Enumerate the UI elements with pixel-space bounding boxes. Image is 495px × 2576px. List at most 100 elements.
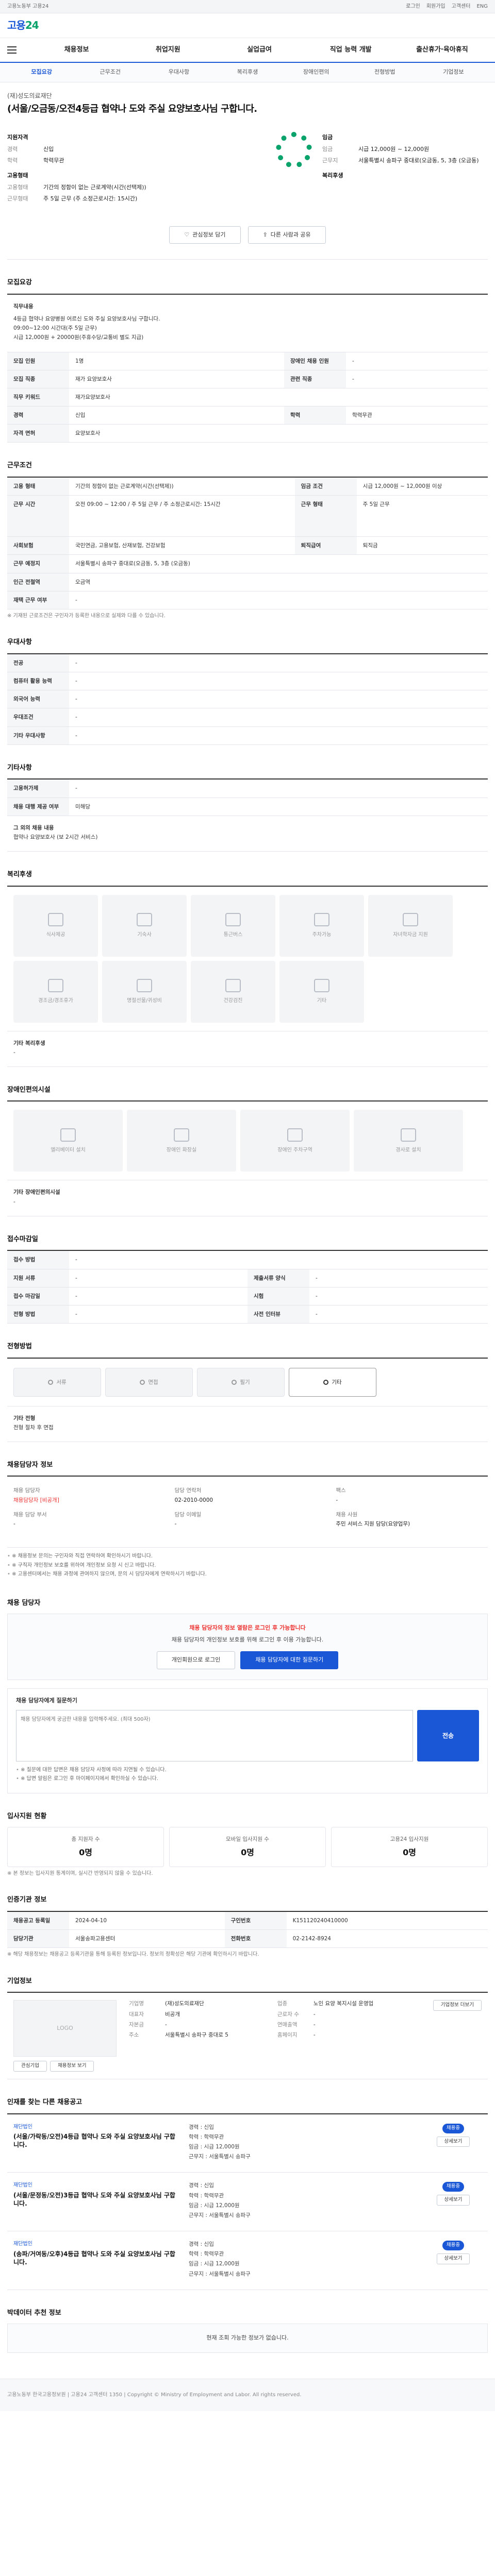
hamburger-icon[interactable] bbox=[7, 46, 16, 54]
chip-interview: 면접 bbox=[105, 1367, 193, 1397]
th: 근무 예정지 bbox=[7, 554, 69, 573]
gnb-item-jobs[interactable]: 채용정보 bbox=[31, 45, 122, 55]
more-icon bbox=[314, 978, 329, 992]
td: - bbox=[69, 1287, 248, 1306]
table-row: 접수 방법 - bbox=[7, 1250, 488, 1269]
list-item[interactable]: 재단법인 (서울/가락동/오전)4등급 협약나 도와 주실 요양보호사님 구합니다… bbox=[7, 2114, 488, 2173]
access-parking: 장애인 주차구역 bbox=[240, 1110, 350, 1172]
table-row: 자격 면허 요양보호사 bbox=[7, 424, 488, 443]
welfare-label: 자녀학자금 지원 bbox=[393, 931, 428, 938]
company-name[interactable]: (재)성도의료재단 bbox=[7, 92, 488, 100]
label: 대표자 bbox=[129, 2011, 144, 2018]
other-title[interactable]: (서울/가락동/오전)4등급 협약나 도와 주실 요양보호사님 구합니다. bbox=[13, 2132, 178, 2149]
bus-icon bbox=[225, 912, 241, 926]
conditions-note: ※ 기재된 근로조건은 구인자가 등록한 내용으로 실제와 다를 수 있습니다. bbox=[7, 613, 166, 619]
label: 주소 bbox=[129, 2031, 139, 2038]
health-icon bbox=[225, 978, 241, 992]
gnb-item-training[interactable]: 직업 능력 개발 bbox=[305, 45, 397, 55]
section-title: 모집요강 bbox=[7, 279, 32, 287]
td: - bbox=[69, 591, 488, 609]
extra-sub-title: 그 외의 채용 내용 bbox=[13, 824, 54, 831]
other-title[interactable]: (서울/문정동/오전)3등급 협약나 도와 주실 요양보호사님 구합니다. bbox=[13, 2191, 178, 2208]
td: - bbox=[69, 1269, 248, 1287]
period-table: 접수 방법 - 지원 서류 - 제출서류 양식 - 접수 마감일 - 시험 - 전형 방법 - 사… bbox=[7, 1250, 488, 1324]
company-more-button[interactable]: 기업정보 더보기 bbox=[433, 2000, 482, 2011]
th: 접수 마감일 bbox=[7, 1287, 69, 1306]
tab-recruit[interactable]: 모집요강 bbox=[7, 69, 76, 76]
parking-icon bbox=[287, 1128, 303, 1142]
detail-button[interactable]: 상세보기 bbox=[436, 2253, 470, 2264]
td: - bbox=[69, 708, 488, 727]
stats-section: 입사지원 현황 총 지원자 수 0명 모바일 입사지원 수 0명 고용24 입사지원… bbox=[7, 1793, 488, 1877]
tab-company[interactable]: 기업정보 bbox=[419, 69, 488, 76]
td: 시급 12,000원 ~ 12,000원 이상 bbox=[356, 477, 488, 496]
chip-label: 서류 bbox=[56, 1379, 67, 1385]
detail-button[interactable]: 상세보기 bbox=[436, 2195, 470, 2206]
label: 담당 연락처 bbox=[174, 1487, 202, 1494]
access-section: 장애인편의시설 엘리베이터 설치 장애인 화장실 장애인 주차구역 경사로 설치… bbox=[7, 1067, 488, 1216]
join-link[interactable]: 회원가입 bbox=[426, 3, 446, 10]
access-other-text: - bbox=[13, 1198, 15, 1205]
site-logo[interactable]: 고용24 bbox=[7, 19, 39, 32]
th: 구인번호 bbox=[224, 1911, 287, 1930]
ask-button[interactable]: 채용 담당자에 대한 질문하기 bbox=[240, 1651, 339, 1669]
note-item: ※ 질문에 대한 답변은 채용 담당자 사정에 따라 지연될 수 있습니다. bbox=[16, 1767, 479, 1774]
lang-link[interactable]: ENG bbox=[476, 3, 488, 10]
prefer-table: 전공 - 컴퓨터 활용 능력 - 외국어 능력 - 우대조건 - 기타 우대사항 - bbox=[7, 653, 488, 745]
section-title: 복리후생 bbox=[7, 871, 32, 879]
chip-other: 기타 bbox=[289, 1367, 376, 1397]
login-alert: 채용 담당자의 정보 열람은 로그인 후 가능합니다 채용 담당자의 개인정보 … bbox=[7, 1614, 488, 1680]
stat-card: 모바일 입사지원 수 0명 bbox=[169, 1827, 326, 1867]
td: 오금역 bbox=[69, 573, 488, 591]
label: 채용 담당 부서 bbox=[13, 1511, 47, 1518]
question-input[interactable] bbox=[16, 1709, 413, 1761]
label: 기업명 bbox=[129, 2001, 144, 2007]
tab-access[interactable]: 장애인편의 bbox=[282, 69, 351, 76]
extra-sub-text: 협약나 요양보호사 (보 2시간 서비스) bbox=[13, 834, 98, 840]
send-button[interactable]: 전송 bbox=[417, 1709, 479, 1761]
section-title: 장애인편의시설 bbox=[7, 1086, 51, 1094]
tab-prefer[interactable]: 우대사항 bbox=[144, 69, 213, 76]
value: 신입 bbox=[43, 146, 54, 153]
fav-company-button[interactable]: 관심기업 bbox=[13, 2061, 47, 2072]
help-link[interactable]: 고객센터 bbox=[452, 3, 471, 10]
gnb-item-support[interactable]: 취업지원 bbox=[122, 45, 213, 55]
th: 경력 bbox=[7, 406, 69, 425]
stat-card: 고용24 입사지원 0명 bbox=[331, 1827, 488, 1867]
label: 채용 담당자 bbox=[13, 1487, 40, 1494]
tab-process[interactable]: 전형방법 bbox=[351, 69, 419, 76]
list-item[interactable]: 재단법인 (송파/거여동/오후)4등급 협약나 도와 주실 요양보호사님 구합니다… bbox=[7, 2231, 488, 2290]
other-meta: 근무지 : 서울특별시 송파구 bbox=[189, 2270, 251, 2277]
recent-section: 박데이터 추천 정보 현재 조회 가능한 정보가 없습니다. bbox=[7, 2290, 488, 2353]
detail-button[interactable]: 상세보기 bbox=[436, 2136, 470, 2147]
td: - bbox=[69, 726, 488, 745]
contact-section: 채용담당자 정보 채용 담당자 채용담당자 [비공개] 채용 담당 부서 - 담… bbox=[7, 1442, 488, 1578]
gnb-item-leave[interactable]: 출산휴가·육아휴직 bbox=[397, 45, 488, 55]
tab-welfare[interactable]: 복리후생 bbox=[213, 69, 282, 76]
value: 노인 요양 복지시설 운영업 bbox=[313, 2001, 374, 2007]
note-item: ※ 답변 알림은 로그인 후 마이페이지에서 확인하실 수 있습니다. bbox=[16, 1775, 479, 1783]
th: 컴퓨터 활용 능력 bbox=[7, 672, 69, 691]
value: 주 5일 근무 (주 소정근로시간: 15시간) bbox=[43, 195, 138, 202]
question-box: 채용 담당자에게 질문하기 전송 ※ 질문에 대한 답변은 채용 담당자 사정에… bbox=[7, 1688, 488, 1793]
section-title: 기타사항 bbox=[7, 764, 32, 772]
login-link[interactable]: 로그인 bbox=[406, 3, 420, 10]
tab-conditions[interactable]: 근무조건 bbox=[76, 69, 144, 76]
scrap-button[interactable]: ♡ 관심정보 담기 bbox=[169, 226, 241, 244]
contact-box: 채용 담당자 채용담당자 [비공개] 채용 담당 부서 - 담당 연락처 02-… bbox=[7, 1476, 488, 1548]
access-other: 기타 장애인편의시설 - bbox=[7, 1180, 488, 1216]
share-button[interactable]: ⇪ 다른 사람과 공유 bbox=[248, 226, 326, 244]
chip-label: 필기 bbox=[240, 1379, 250, 1385]
value: 서울특별시 송파구 중대로 5 bbox=[165, 2031, 228, 2038]
list-item[interactable]: 재단법인 (서울/문정동/오전)3등급 협약나 도와 주실 요양보호사님 구합니다… bbox=[7, 2173, 488, 2232]
welfare-label: 통근버스 bbox=[223, 931, 243, 938]
table-row: 우대조건 - bbox=[7, 708, 488, 727]
company-jobs-button[interactable]: 채용정보 보기 bbox=[50, 2061, 94, 2072]
process-note-title: 기타 전형 bbox=[13, 1415, 36, 1421]
th: 채용공고 등록일 bbox=[7, 1911, 69, 1930]
dorm-icon bbox=[137, 912, 152, 926]
other-title[interactable]: (송파/거여동/오후)4등급 협약나 도와 주실 요양보호사님 구합니다. bbox=[13, 2250, 178, 2266]
extra-section: 기타사항 고용허가제 - 채용 대행 제공 여부 미해당 그 외의 채용 내용 협약… bbox=[7, 745, 488, 852]
gnb-item-benefit[interactable]: 실업급여 bbox=[213, 45, 305, 55]
login-button[interactable]: 개인회원으로 로그인 bbox=[156, 1651, 236, 1669]
